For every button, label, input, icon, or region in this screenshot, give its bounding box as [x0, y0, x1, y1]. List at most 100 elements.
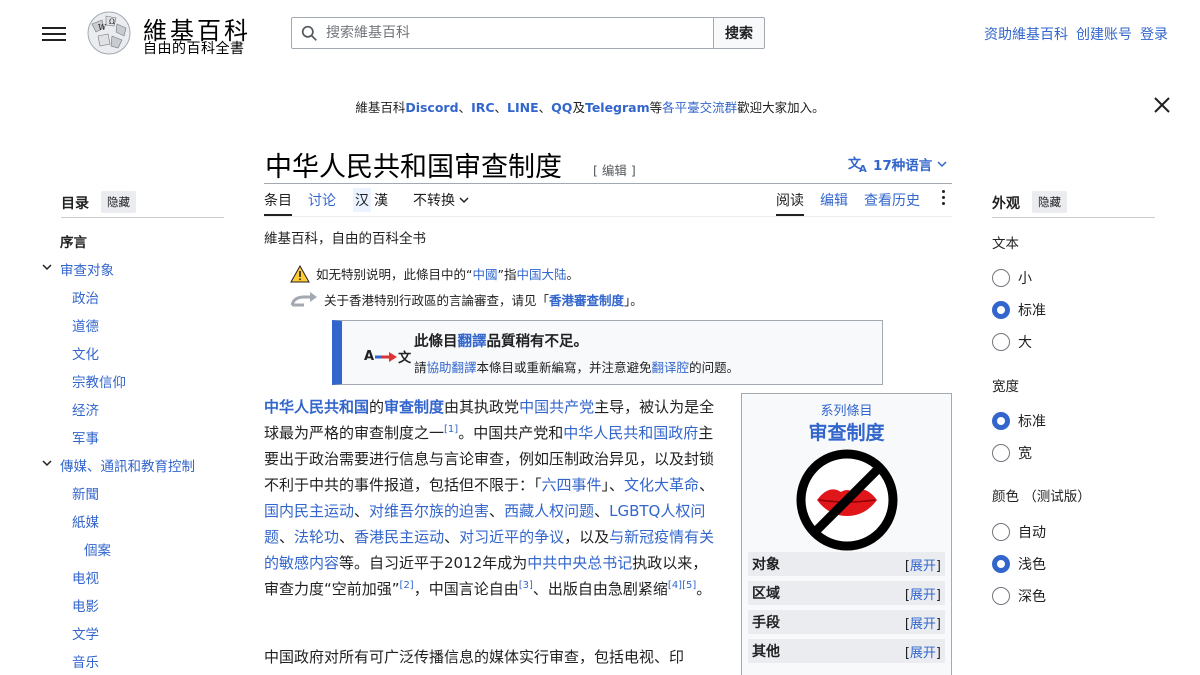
variant-traditional[interactable]: 漢 [371, 188, 391, 212]
text-size-label: 文本 [992, 236, 1019, 252]
expand-targets-link[interactable]: 展开 [910, 559, 936, 574]
expand-methods-link[interactable]: 展开 [910, 617, 936, 632]
prc-link[interactable]: 中华人民共和国 [264, 398, 369, 416]
tab-history[interactable]: 查看历史 [864, 190, 920, 216]
china-link[interactable]: 中國 [472, 267, 497, 282]
ccp-link[interactable]: 中国共产党 [519, 398, 594, 416]
width-wide-option[interactable]: 宽 [992, 443, 1032, 463]
ref-1[interactable]: [1] [444, 424, 458, 435]
toc-item[interactable]: 经济 [72, 399, 99, 419]
text-size-small-option[interactable]: 小 [992, 268, 1032, 288]
uyghur-link[interactable]: 对维吾尔族的迫害 [369, 502, 489, 520]
width-standard-option[interactable]: 标准 [992, 411, 1046, 431]
main-menu-button[interactable] [42, 24, 66, 42]
censorship-link[interactable]: 审查制度 [384, 398, 444, 416]
toc-item[interactable]: 审查对象 [60, 259, 114, 279]
toc-item[interactable]: 序言 [60, 231, 87, 251]
toc-item[interactable]: 政治 [72, 287, 99, 307]
hk-democracy-link[interactable]: 香港民主运动 [354, 528, 444, 546]
radio-button[interactable] [992, 333, 1010, 351]
ambox-title-pre: 此條目 [414, 334, 458, 350]
tab-talk[interactable]: 讨论 [308, 190, 336, 216]
tab-edit[interactable]: 编辑 [820, 190, 848, 216]
ambox-icon-b: 文 [398, 351, 412, 366]
toc-item[interactable]: 军事 [72, 427, 99, 447]
wikipedia-globe-logo[interactable]: W Ω [84, 10, 134, 56]
translation-link[interactable]: 翻譯 [458, 334, 487, 350]
color-light-option[interactable]: 浅色 [992, 554, 1046, 574]
title-edit-link[interactable]: [ 编辑 ] [593, 160, 636, 179]
option-label: 自动 [1018, 525, 1046, 541]
telegram-link[interactable]: Telegram [585, 100, 650, 115]
toc-item[interactable]: 個案 [84, 539, 111, 559]
toc-hide-button[interactable]: 隐藏 [101, 191, 136, 213]
cultural-revolution-link[interactable]: 文化大革命 [624, 476, 699, 494]
note2-text2: 」。 [624, 293, 643, 308]
infobox-row-other: 其他 [展开] [748, 639, 945, 663]
tab-article[interactable]: 条目 [264, 190, 292, 216]
democracy-movement-link[interactable]: 国内民主运动 [264, 502, 354, 520]
groups-link[interactable]: 各平臺交流群 [662, 100, 737, 115]
help-translate-link[interactable]: 協助翻譯 [427, 360, 477, 375]
qq-link[interactable]: QQ [551, 100, 572, 115]
tab-read[interactable]: 阅读 [776, 190, 804, 216]
infobox-title[interactable]: 审查制度 [742, 418, 951, 445]
variant-dropdown[interactable]: 不转换 [413, 190, 469, 210]
login-link[interactable]: 登录 [1140, 24, 1168, 44]
hk-censorship-link[interactable]: 香港審查制度 [549, 293, 624, 308]
text-size-large-option[interactable]: 大 [992, 332, 1032, 352]
toc-item[interactable]: 电影 [72, 595, 99, 615]
ref-5[interactable]: [5] [682, 580, 696, 591]
search-input[interactable] [326, 25, 686, 41]
falun-gong-link[interactable]: 法轮功 [294, 528, 339, 546]
radio-button[interactable] [992, 555, 1010, 573]
toc-item[interactable]: 新聞 [72, 483, 99, 503]
line-link[interactable]: LINE [507, 100, 539, 115]
prc-government-link[interactable]: 中华人民共和国政府 [563, 424, 698, 442]
toc-item[interactable]: 文学 [72, 623, 99, 643]
general-secretary-link[interactable]: 中共中央总书记 [527, 554, 632, 572]
search-button[interactable]: 搜索 [713, 17, 765, 49]
search-field[interactable] [291, 17, 714, 49]
discord-link[interactable]: Discord [405, 100, 458, 115]
more-actions-icon[interactable] [938, 190, 948, 210]
toc-item[interactable]: 文化 [72, 343, 99, 363]
toc-item[interactable]: 傳媒、通訊和教育控制 [60, 455, 195, 475]
translationese-link[interactable]: 翻译腔 [652, 360, 690, 375]
text-size-standard-option[interactable]: 标准 [992, 300, 1046, 320]
close-icon[interactable] [1153, 96, 1171, 114]
tibet-link[interactable]: 西藏人权问题 [504, 502, 594, 520]
language-button[interactable]: 文A 17种语言 [848, 154, 947, 174]
variant-switch[interactable]: 汉漢 [353, 188, 391, 212]
ref-4[interactable]: [4] [668, 580, 682, 591]
variant-simplified[interactable]: 汉 [353, 188, 371, 212]
radio-button[interactable] [992, 301, 1010, 319]
radio-button[interactable] [992, 444, 1010, 462]
infobox-series-link[interactable]: 系列條目 [742, 400, 951, 419]
appearance-hide-button[interactable]: 隐藏 [1032, 191, 1067, 213]
ref-2[interactable]: [2] [400, 580, 414, 591]
expand-regions-link[interactable]: 展开 [910, 588, 936, 603]
toc-item[interactable]: 紙媒 [72, 511, 99, 531]
color-dark-option[interactable]: 深色 [992, 586, 1046, 606]
irc-link[interactable]: IRC [471, 100, 494, 115]
svg-text:W: W [98, 23, 107, 32]
color-auto-option[interactable]: 自动 [992, 522, 1046, 542]
ref-3[interactable]: [3] [519, 580, 533, 591]
chevron-down-icon[interactable] [42, 455, 52, 471]
toc-item[interactable]: 音乐 [72, 651, 99, 671]
radio-button[interactable] [992, 412, 1010, 430]
radio-button[interactable] [992, 269, 1010, 287]
create-account-link[interactable]: 创建账号 [1076, 24, 1132, 44]
donate-link[interactable]: 资助維基百科 [984, 24, 1068, 44]
tiananmen-link[interactable]: 六四事件 [542, 476, 602, 494]
chevron-down-icon[interactable] [42, 259, 52, 275]
expand-other-link[interactable]: 展开 [910, 646, 936, 661]
xi-controversy-link[interactable]: 对习近平的争议 [459, 528, 564, 546]
toc-item[interactable]: 电视 [72, 567, 99, 587]
toc-item[interactable]: 宗教信仰 [72, 371, 126, 391]
mainland-china-link[interactable]: 中国大陆 [516, 267, 566, 282]
radio-button[interactable] [992, 587, 1010, 605]
toc-item[interactable]: 道德 [72, 315, 99, 335]
radio-button[interactable] [992, 523, 1010, 541]
